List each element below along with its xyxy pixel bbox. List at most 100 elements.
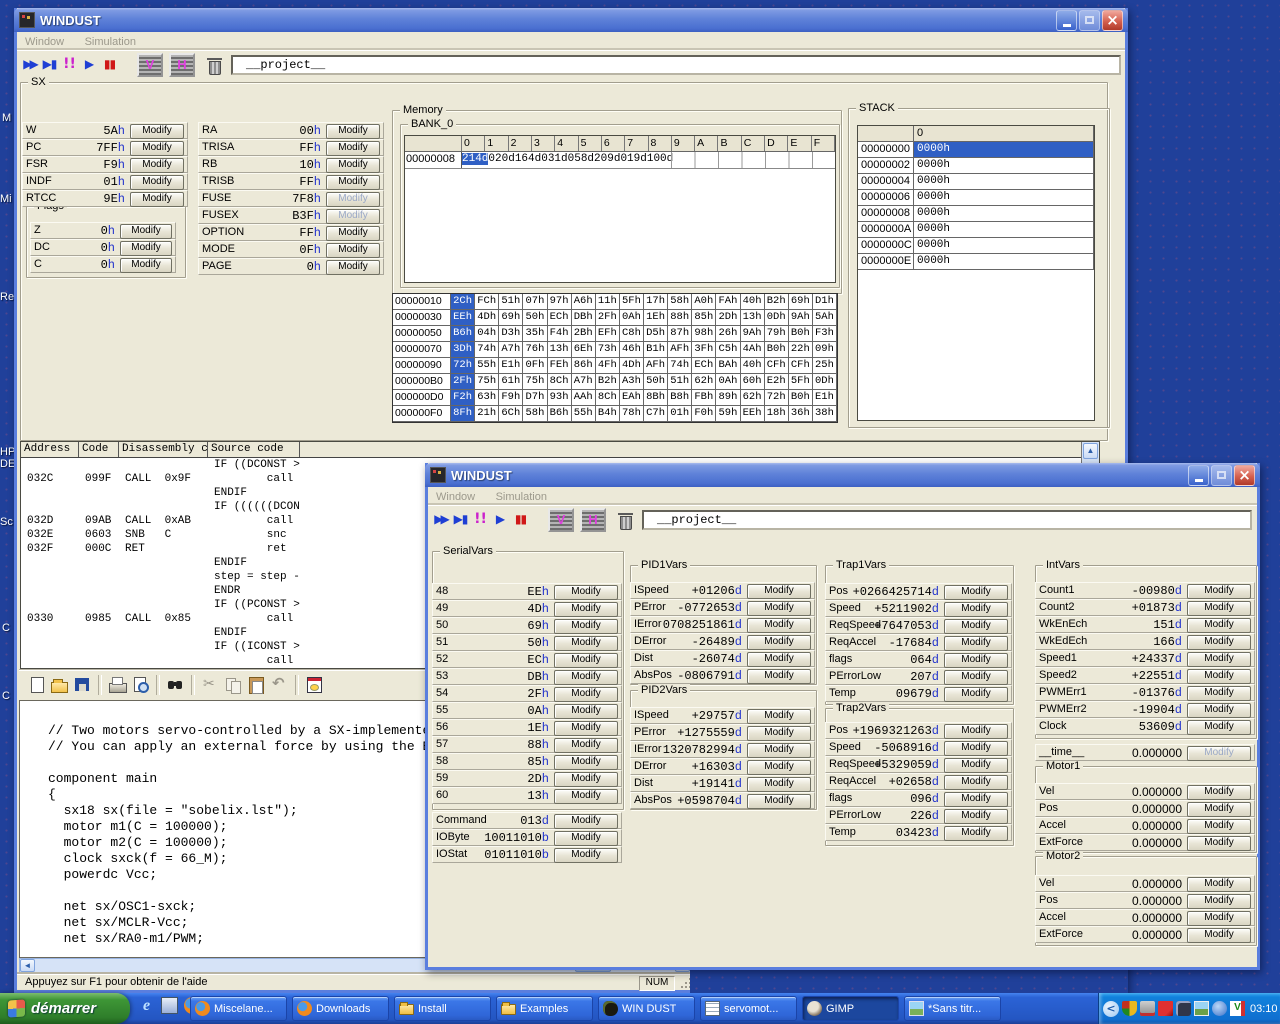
dump-cell[interactable]: FBh [692,390,716,406]
dump-cell[interactable]: 40h [741,358,765,374]
dump-cell[interactable]: B2h [596,374,620,390]
dump-cell[interactable]: 01h [668,406,692,422]
dump-cell[interactable]: 1Eh [644,310,668,326]
dump-cell[interactable]: 62h [741,390,765,406]
dump-cell[interactable]: F0h [692,406,716,422]
modify-button[interactable]: Modify [1187,584,1251,599]
modify-button[interactable]: Modify [944,809,1008,824]
copy-icon[interactable] [223,673,244,697]
modify-button[interactable]: Modify [554,585,618,600]
cut-icon[interactable] [200,673,221,697]
modify-button[interactable]: Modify [130,175,184,190]
dump-cell[interactable]: 86h [572,358,596,374]
dump-cell[interactable]: 5Ah [813,310,837,326]
title-bar[interactable]: WINDUST × [14,8,1128,32]
stack-table[interactable]: 0000000000000h000000020000h000000040000h… [857,125,1095,421]
dump-cell[interactable]: 9Ah [741,326,765,342]
dump-cell[interactable]: AFh [668,342,692,358]
dump-cell[interactable]: 50h [523,310,547,326]
dump-cell[interactable]: FCh [475,294,499,310]
modify-button[interactable]: Modify [1187,877,1251,892]
dump-cell[interactable]: BAh [716,358,740,374]
dump-cell[interactable]: 18h [765,406,789,422]
modify-button[interactable]: Modify [130,124,184,139]
modify-button[interactable]: Modify [944,687,1008,702]
dump-cell[interactable]: 79h [765,326,789,342]
modify-button[interactable]: Modify [326,175,380,190]
desktop-icon-label[interactable]: Mi [0,193,12,205]
stack-value[interactable]: 0000h [914,222,1094,238]
modify-button[interactable]: Modify [326,209,380,224]
modify-button[interactable]: Modify [326,192,380,207]
taskbar-task-button[interactable]: Examples [496,996,593,1021]
modify-button[interactable]: Modify [554,789,618,804]
stack-value[interactable]: 0000h [914,238,1094,254]
memory-cell[interactable]: 031d [541,153,567,165]
modify-button[interactable]: Modify [554,636,618,651]
dump-cell[interactable]: ECh [692,358,716,374]
minimize-button[interactable] [1056,10,1077,31]
taskbar-task-button[interactable]: servomot... [700,996,797,1021]
open-file-icon[interactable] [49,673,70,697]
memory-row-values[interactable]: 214d020d164d031d058d209d019d100d [462,152,835,168]
dump-cell[interactable]: EEh [451,310,475,326]
modify-button[interactable]: Modify [1187,802,1251,817]
dump-cell[interactable]: 38h [813,406,837,422]
dump-cell[interactable]: B4h [596,406,620,422]
dump-cell[interactable]: ECh [548,310,572,326]
dump-cell[interactable]: 04h [475,326,499,342]
modify-button[interactable]: Modify [944,670,1008,685]
modify-button[interactable]: Modify [554,814,618,829]
print-icon[interactable] [107,673,128,697]
modify-button[interactable]: Modify [1187,894,1251,909]
run-icon[interactable] [81,54,98,74]
dump-cell[interactable]: 72h [451,358,475,374]
modify-button[interactable]: Modify [944,636,1008,651]
dump-cell[interactable]: A7h [572,374,596,390]
dump-cell[interactable]: B8h [668,390,692,406]
modify-button[interactable]: Modify [747,584,811,599]
dump-cell[interactable]: 97h [548,294,572,310]
flag-icon[interactable] [1158,1001,1173,1016]
maximize-button[interactable] [1079,10,1100,31]
dump-cell[interactable]: 51h [668,374,692,390]
dump-cell[interactable]: 22h [789,342,813,358]
modify-button[interactable]: Modify [1187,785,1251,800]
memory-cell[interactable]: 020d [488,153,514,165]
stack-value[interactable]: 0000h [914,158,1094,174]
clock-globe-icon[interactable] [1212,1001,1227,1016]
dump-cell[interactable]: FEh [548,358,572,374]
modify-button[interactable]: Modify [1187,686,1251,701]
modify-button[interactable]: Modify [747,709,811,724]
dump-cell[interactable]: F4h [548,326,572,342]
dump-cell[interactable]: 13h [741,310,765,326]
modify-button[interactable]: Modify [944,741,1008,756]
dump-cell[interactable]: 75h [523,374,547,390]
dump-cell[interactable]: 69h [789,294,813,310]
dump-cell[interactable]: 72h [765,390,789,406]
modify-button[interactable]: Modify [747,652,811,667]
dump-cell[interactable]: 62h [692,374,716,390]
horizontal-view-button[interactable]: H [169,53,195,77]
dump-cell[interactable]: 76h [523,342,547,358]
stack-value[interactable]: 0000h [914,190,1094,206]
dump-cell[interactable]: E1h [813,390,837,406]
modify-button[interactable]: Modify [130,158,184,173]
dump-cell[interactable]: 8Ch [596,390,620,406]
dump-cell[interactable]: C5h [716,342,740,358]
dump-cell[interactable]: 5Fh [789,374,813,390]
dump-cell[interactable]: 21h [475,406,499,422]
dump-cell[interactable]: 46h [620,342,644,358]
dump-cell[interactable]: 26h [716,326,740,342]
dump-cell[interactable]: 55h [572,406,596,422]
dump-cell[interactable]: EFh [596,326,620,342]
modify-button[interactable]: Modify [1187,635,1251,650]
dump-cell[interactable]: 35h [523,326,547,342]
modify-button[interactable]: Modify [747,669,811,684]
dump-cell[interactable]: 50h [644,374,668,390]
modify-button[interactable]: Modify [944,792,1008,807]
trash-icon[interactable] [201,53,227,77]
maximize-button[interactable] [1211,465,1232,486]
pause-icon[interactable] [512,509,529,529]
dump-cell[interactable]: 88h [668,310,692,326]
